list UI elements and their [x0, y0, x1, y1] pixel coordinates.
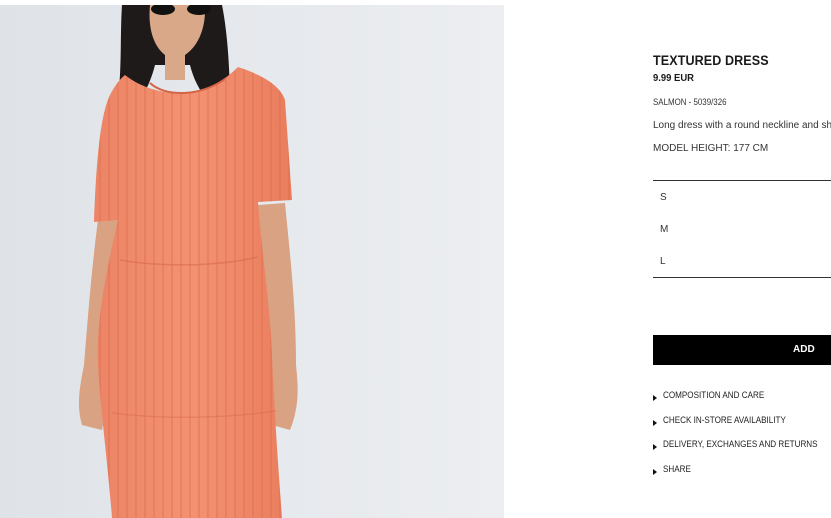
link-composition-and-care[interactable]: COMPOSITION AND CARE	[653, 390, 831, 415]
product-title: TEXTURED DRESS	[653, 53, 769, 68]
size-option-l[interactable]: L	[653, 246, 831, 278]
product-info-links: COMPOSITION AND CARE CHECK IN-STORE AVAI…	[653, 390, 831, 489]
link-label: DELIVERY, EXCHANGES AND RETURNS	[663, 439, 818, 450]
size-selector: S M L	[653, 180, 831, 278]
product-image[interactable]	[0, 5, 504, 518]
caret-right-icon	[653, 469, 657, 476]
caret-right-icon	[653, 395, 657, 401]
caret-right-icon	[653, 444, 657, 451]
link-share[interactable]: SHARE	[653, 464, 831, 489]
product-color-reference: SALMON - 5039/326	[653, 97, 727, 107]
add-button-label: ADD	[793, 344, 815, 355]
add-to-cart-button[interactable]: ADD	[653, 335, 831, 365]
product-description: Long dress with a round neckline and sh	[653, 120, 831, 131]
size-option-s[interactable]: S	[653, 182, 831, 214]
link-label: SHARE	[663, 464, 691, 475]
product-price: 9.99 EUR	[653, 72, 694, 84]
link-delivery-exchanges-returns[interactable]: DELIVERY, EXCHANGES AND RETURNS	[653, 439, 831, 464]
caret-right-icon	[653, 419, 657, 426]
size-option-m[interactable]: M	[653, 214, 831, 246]
link-check-in-store-availability[interactable]: CHECK IN-STORE AVAILABILITY	[653, 415, 831, 440]
link-label: CHECK IN-STORE AVAILABILITY	[663, 414, 786, 425]
model-height: MODEL HEIGHT: 177 CM	[653, 143, 769, 154]
link-label: COMPOSITION AND CARE	[663, 390, 765, 400]
product-info-panel: TEXTURED DRESS 9.99 EUR SALMON - 5039/32…	[653, 0, 831, 518]
